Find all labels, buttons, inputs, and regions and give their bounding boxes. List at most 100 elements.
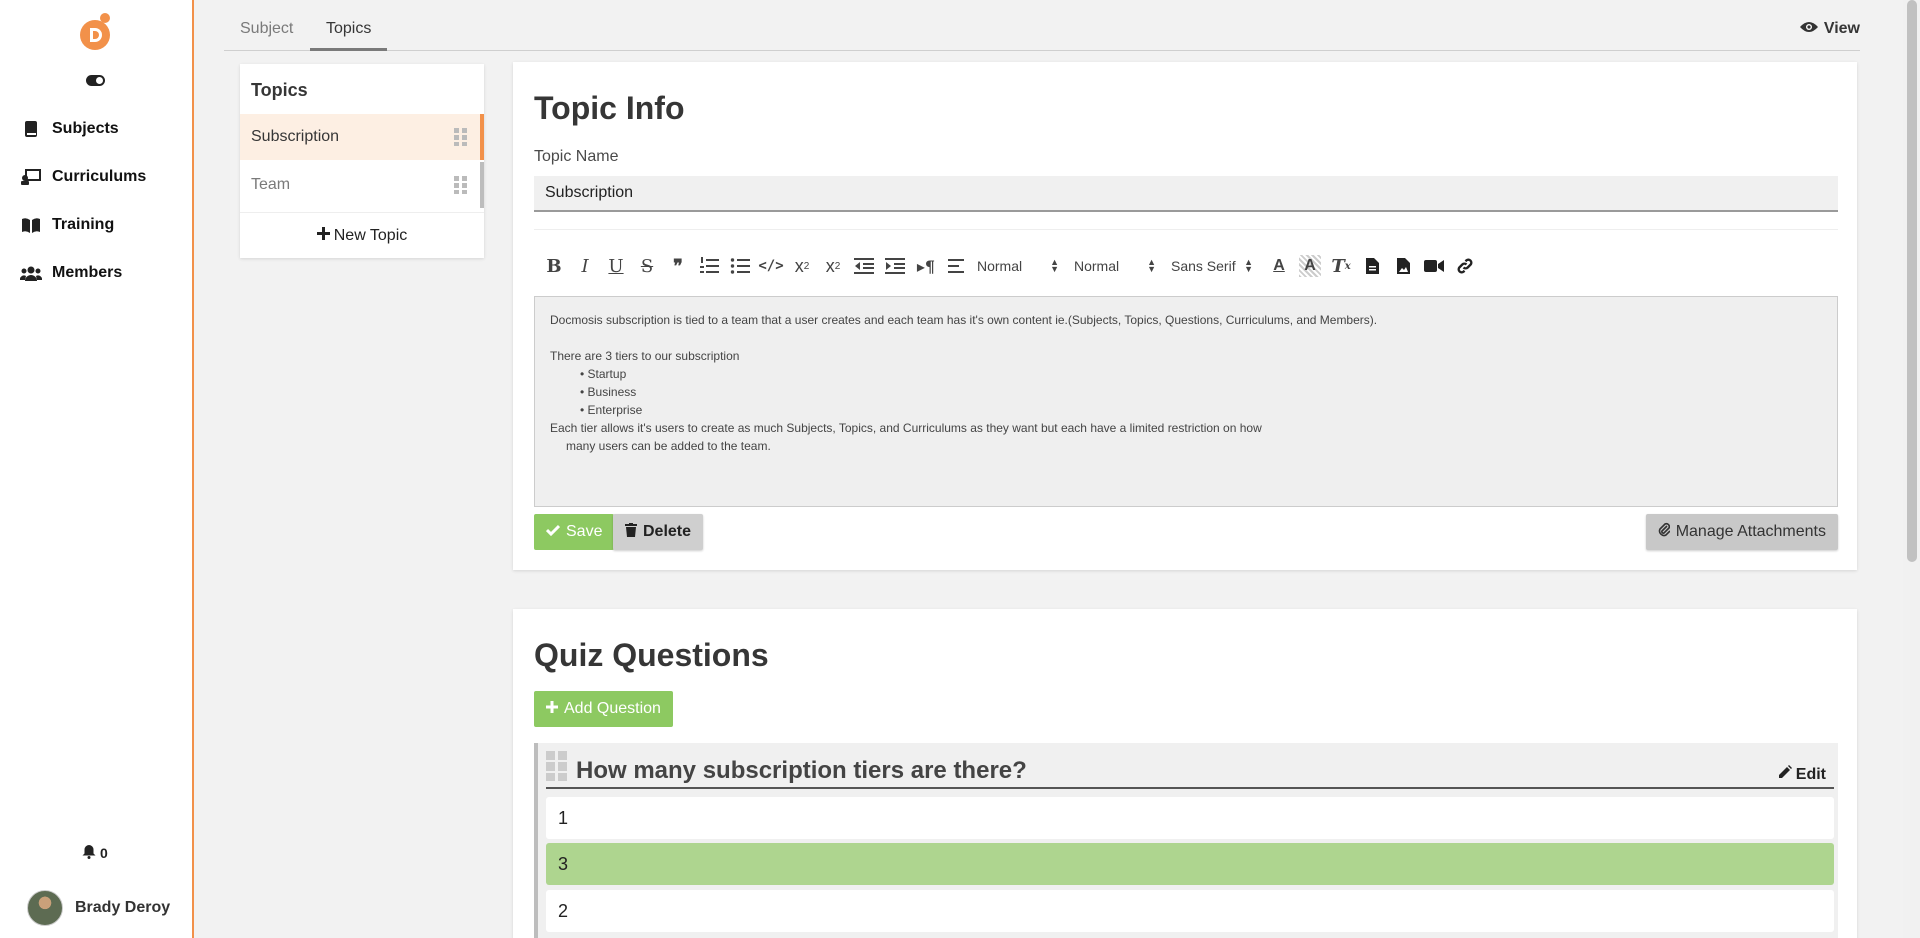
notifications-button[interactable]: 0 [82, 844, 108, 862]
clear-format-icon[interactable]: Tx [1330, 255, 1352, 277]
editor-paragraph: many users can be added to the team. [566, 439, 771, 453]
indent-icon[interactable] [884, 255, 906, 277]
italic-icon[interactable]: I [574, 255, 596, 277]
blockquote-icon[interactable]: ❞ [667, 255, 689, 277]
editor-bullet: • Business [580, 385, 637, 399]
topic-item-subscription[interactable]: Subscription [240, 114, 484, 160]
strikethrough-icon[interactable]: S [636, 255, 658, 277]
bell-icon [82, 844, 96, 862]
scrollbar-thumb[interactable] [1907, 0, 1917, 562]
sidebar-item-label: Training [52, 216, 115, 233]
size-select[interactable]: Normal ▲ ▼ [977, 257, 1065, 275]
question-divider [546, 787, 1834, 789]
paperclip-icon [1658, 522, 1671, 542]
drag-handle-icon[interactable] [546, 751, 568, 781]
users-icon [20, 265, 42, 281]
drag-handle-icon[interactable] [454, 176, 468, 194]
sidebar-item-label: Subjects [52, 120, 119, 137]
topic-item-team[interactable]: Team [240, 162, 484, 208]
notification-count: 0 [100, 845, 108, 861]
code-icon[interactable]: </> [758, 255, 783, 277]
underline-icon[interactable]: U [605, 255, 627, 277]
answer-option[interactable]: 1 [546, 797, 1834, 839]
user-profile[interactable]: Brady Deroy [27, 890, 170, 926]
size-select-value: Normal [977, 258, 1023, 274]
text-direction-icon[interactable]: ▸¶ [915, 255, 937, 277]
editor-bullet: • Startup [580, 367, 627, 381]
answer-option[interactable]: 2 [546, 890, 1834, 932]
new-topic-button[interactable]: New Topic [240, 212, 484, 258]
video-icon[interactable] [1423, 255, 1445, 277]
editor-paragraph: Docmosis subscription is tied to a team … [550, 313, 1378, 327]
app-logo[interactable] [78, 12, 112, 52]
pencil-icon [1778, 765, 1792, 784]
sidebar-item-curriculums[interactable]: Curriculums [20, 164, 146, 190]
align-icon[interactable] [946, 255, 968, 277]
editor-bullet-text: Enterprise [587, 403, 643, 417]
bold-icon[interactable]: B [543, 255, 565, 277]
answer-option-correct[interactable]: 3 [546, 843, 1834, 885]
open-book-icon [20, 217, 42, 233]
sidebar-item-subjects[interactable]: Subjects [20, 116, 119, 142]
select-arrows-icon: ▲ ▼ [1050, 257, 1059, 274]
header-select-value: Normal [1074, 258, 1120, 274]
editor-paragraph [550, 329, 1822, 347]
select-arrows-icon: ▲ ▼ [1244, 257, 1253, 274]
theme-toggle[interactable] [86, 75, 105, 86]
topic-info-card: Topic Info Topic Name B I U S ❞ </> x2 x… [513, 62, 1857, 570]
topics-panel: Topics Subscription Team New Topic [240, 64, 484, 258]
editor-bullet-text: Startup [587, 367, 627, 381]
edit-question-button[interactable]: Edit [1778, 765, 1826, 784]
avatar [27, 890, 63, 926]
manage-attachments-button[interactable]: Manage Attachments [1645, 514, 1838, 550]
outdent-icon[interactable] [853, 255, 875, 277]
editor-bullet-text: Business [587, 385, 637, 399]
view-label: View [1823, 20, 1860, 37]
sidebar-item-members[interactable]: Members [20, 260, 122, 286]
add-question-button[interactable]: Add Question [534, 691, 673, 727]
view-button[interactable]: View [1799, 20, 1860, 38]
header-select[interactable]: Normal ▲ ▼ [1074, 257, 1162, 275]
drag-handle-icon[interactable] [454, 128, 468, 146]
editor-bullet: • Enterprise [580, 403, 643, 417]
check-icon [545, 523, 561, 541]
question-item: How many subscription tiers are there? E… [534, 743, 1838, 938]
tab-topics[interactable]: Topics [310, 12, 388, 51]
attachments-label: Manage Attachments [1675, 523, 1826, 540]
topics-panel-title: Topics [251, 80, 308, 100]
page-scrollbar[interactable] [1903, 0, 1920, 938]
presentation-icon [20, 169, 42, 185]
background-color-icon[interactable]: A [1299, 255, 1321, 277]
delete-button[interactable]: Delete [613, 514, 704, 550]
topic-name-input[interactable] [534, 176, 1838, 212]
bullet-list-icon[interactable] [729, 255, 751, 277]
subscript-icon[interactable]: x2 [791, 255, 813, 277]
text-color-icon[interactable]: A [1268, 255, 1290, 277]
delete-label: Delete [643, 523, 692, 540]
new-topic-label: New Topic [333, 226, 408, 244]
link-icon[interactable] [1454, 255, 1476, 277]
save-button[interactable]: Save [534, 514, 615, 550]
image-file-icon[interactable] [1392, 255, 1414, 277]
book-icon [20, 121, 42, 137]
sidebar-item-label: Curriculums [52, 168, 147, 185]
topic-info-title: Topic Info [534, 90, 685, 126]
topic-name-label: Topic Name [534, 148, 619, 165]
font-select[interactable]: Sans Serif ▲ ▼ [1171, 257, 1259, 275]
topic-item-label: Subscription [251, 128, 340, 145]
sidebar: Subjects Curriculums Training Members 0 … [0, 0, 194, 938]
rich-text-editor[interactable]: Docmosis subscription is tied to a team … [534, 296, 1838, 507]
tab-subject[interactable]: Subject [224, 12, 309, 51]
trash-icon [625, 522, 637, 542]
quiz-questions-card: Quiz Questions Add Question How many sub… [513, 609, 1857, 938]
file-icon[interactable] [1361, 255, 1383, 277]
superscript-icon[interactable]: x2 [822, 255, 844, 277]
plus-icon [546, 700, 558, 718]
select-arrows-icon: ▲ ▼ [1147, 257, 1156, 274]
ordered-list-icon[interactable] [698, 255, 720, 277]
editor-paragraph: Each tier allows it's users to create as… [550, 421, 1262, 435]
save-label: Save [566, 523, 603, 540]
divider [534, 229, 1838, 230]
sidebar-item-label: Members [52, 264, 123, 281]
sidebar-item-training[interactable]: Training [20, 212, 114, 238]
